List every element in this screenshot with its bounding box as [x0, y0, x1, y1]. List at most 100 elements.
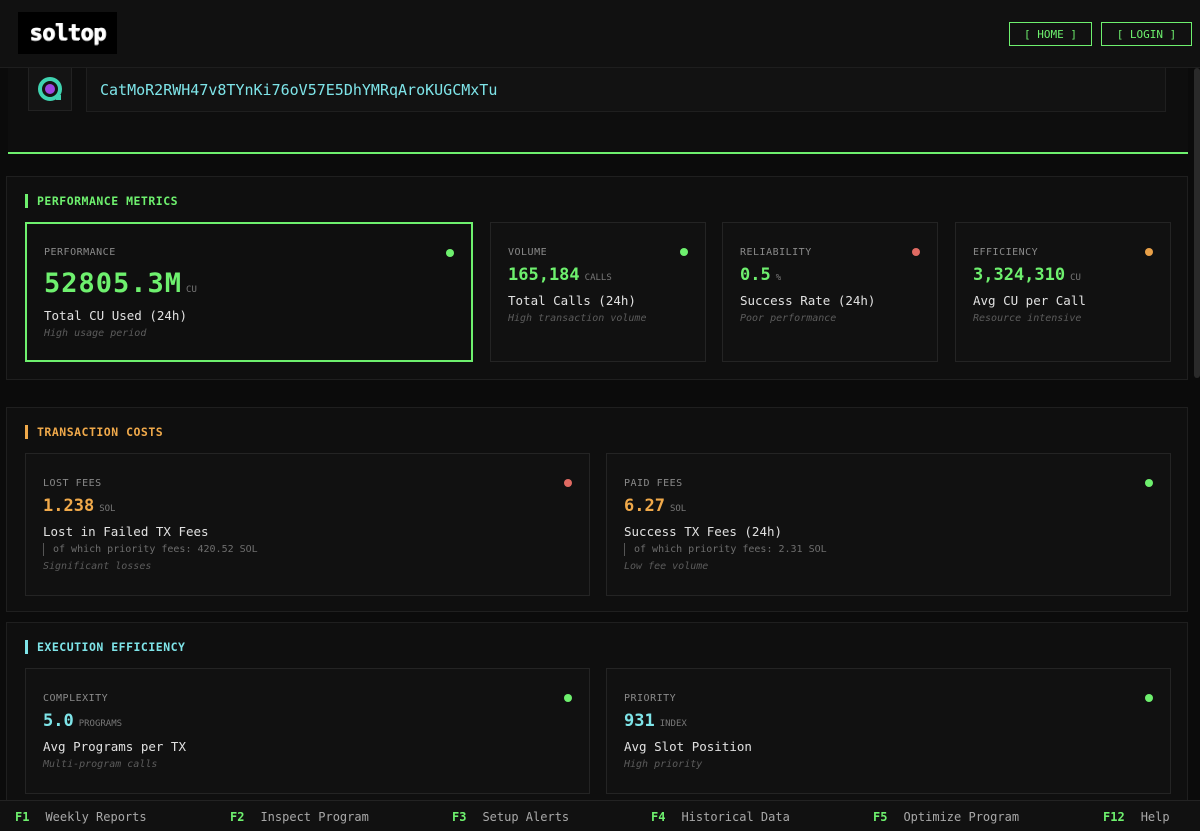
volume-card[interactable]: VOLUME 165,184 CALLS Total Calls (24h) H… — [490, 222, 706, 362]
card-description: Total CU Used (24h) — [44, 308, 187, 323]
card-value: 165,184 — [508, 265, 580, 285]
login-button[interactable]: [ LOGIN ] — [1101, 22, 1192, 46]
priority-card[interactable]: PRIORITY 931 INDEX Avg Slot Position Hig… — [606, 668, 1171, 794]
program-logo-icon — [38, 77, 62, 101]
fkey-key: F3 — [452, 810, 467, 824]
card-description: Lost in Failed TX Fees — [43, 524, 209, 539]
value-line: 5.0 PROGRAMS — [43, 711, 122, 731]
card-unit: % — [775, 273, 782, 283]
card-label: VOLUME — [508, 247, 548, 258]
card-unit: SOL — [99, 504, 116, 514]
card-unit: INDEX — [659, 719, 687, 729]
value-line: 931 INDEX — [624, 711, 687, 731]
card-unit: CU — [1070, 273, 1081, 283]
card-label: PAID FEES — [624, 478, 683, 489]
card-value: 6.27 — [624, 496, 665, 516]
fkey-inspect-program[interactable]: F2 Inspect Program — [230, 810, 369, 824]
fkey-historical-data[interactable]: F4 Historical Data — [651, 810, 790, 824]
function-key-bar: F1 Weekly Reports F2 Inspect Program F3 … — [0, 800, 1200, 831]
card-unit: CU — [186, 285, 197, 295]
card-subtext: Multi-program calls — [43, 759, 158, 770]
priority-fee-note: of which priority fees: 420.52 SOL — [43, 543, 258, 556]
lost-fees-card[interactable]: LOST FEES 1.238 SOL Lost in Failed TX Fe… — [25, 453, 590, 596]
value-line: 6.27 SOL — [624, 496, 686, 516]
card-unit: CALLS — [584, 273, 612, 283]
fkey-help[interactable]: F12 Help — [1103, 810, 1170, 824]
card-subtext: High priority — [624, 759, 703, 770]
home-button[interactable]: [ HOME ] — [1009, 22, 1092, 46]
card-value: 0.5 — [740, 265, 771, 285]
card-subtext: Resource intensive — [973, 313, 1082, 324]
status-indicator-icon — [446, 249, 454, 257]
fkey-label: Help — [1140, 810, 1170, 824]
status-indicator-icon — [1145, 479, 1153, 487]
value-line: 165,184 CALLS — [508, 265, 612, 285]
card-unit: SOL — [669, 504, 687, 514]
card-value: 52805.3M — [44, 268, 183, 299]
paid-fees-card[interactable]: PAID FEES 6.27 SOL Success TX Fees (24h)… — [606, 453, 1171, 596]
fkey-label: Historical Data — [681, 810, 790, 824]
fkey-key: F5 — [873, 810, 888, 824]
card-label: PERFORMANCE — [44, 247, 116, 258]
fkey-weekly-reports[interactable]: F1 Weekly Reports — [15, 810, 147, 824]
card-subtext: High usage period — [44, 328, 147, 339]
logo-text: soltop — [29, 20, 106, 46]
card-subtext: High transaction volume — [508, 313, 647, 324]
fkey-label: Inspect Program — [260, 810, 369, 824]
section-title-execution: EXECUTION EFFICIENCY — [25, 640, 185, 654]
card-subtext: Poor performance — [740, 313, 837, 324]
fkey-key: F2 — [230, 810, 245, 824]
status-indicator-icon — [564, 694, 572, 702]
status-indicator-icon — [912, 248, 920, 256]
card-value: 3,324,310 — [973, 265, 1066, 285]
reliability-card[interactable]: RELIABILITY 0.5 % Success Rate (24h) Poo… — [722, 222, 938, 362]
fkey-key: F1 — [15, 810, 30, 824]
value-line: 0.5 % — [740, 265, 781, 285]
performance-card[interactable]: PERFORMANCE 52805.3M CU Total CU Used (2… — [25, 222, 473, 362]
status-indicator-icon — [564, 479, 572, 487]
status-indicator-icon — [1145, 694, 1153, 702]
card-subtext: Significant losses — [43, 561, 152, 572]
status-indicator-icon — [1145, 248, 1153, 256]
card-label: LOST FEES — [43, 478, 102, 489]
fkey-key: F12 — [1103, 810, 1125, 824]
priority-fee-note: of which priority fees: 2.31 SOL — [624, 543, 827, 556]
efficiency-card[interactable]: EFFICIENCY 3,324,310 CU Avg CU per Call … — [955, 222, 1171, 362]
complexity-card[interactable]: COMPLEXITY 5.0 PROGRAMS Avg Programs per… — [25, 668, 590, 794]
card-description: Avg Slot Position — [624, 739, 752, 754]
execution-efficiency-section: EXECUTION EFFICIENCY COMPLEXITY 5.0 PROG… — [6, 622, 1188, 800]
card-value: 931 — [624, 711, 655, 731]
fkey-key: F4 — [651, 810, 666, 824]
section-title-costs: TRANSACTION COSTS — [25, 425, 163, 439]
card-label: PRIORITY — [624, 693, 677, 704]
status-indicator-icon — [680, 248, 688, 256]
program-id-field[interactable]: CatMoR2RWH47v8TYnKi76oV57E5DhYMRqAroKUGC… — [86, 68, 1166, 112]
card-label: COMPLEXITY — [43, 693, 109, 704]
value-line: 52805.3M CU — [44, 268, 197, 299]
card-value: 1.238 — [43, 496, 95, 516]
fkey-label: Optimize Program — [903, 810, 1020, 824]
transaction-costs-section: TRANSACTION COSTS LOST FEES 1.238 SOL Lo… — [6, 407, 1188, 612]
fkey-label: Weekly Reports — [45, 810, 147, 824]
value-line: 1.238 SOL — [43, 496, 115, 516]
card-label: EFFICIENCY — [973, 247, 1039, 258]
page-scrollbar[interactable] — [1194, 68, 1200, 378]
card-description: Avg CU per Call — [973, 293, 1086, 308]
section-title-performance: PERFORMANCE METRICS — [25, 194, 178, 208]
fkey-label: Setup Alerts — [482, 810, 570, 824]
card-description: Success Rate (24h) — [740, 293, 876, 308]
fkey-setup-alerts[interactable]: F3 Setup Alerts — [452, 810, 569, 824]
performance-metrics-section: PERFORMANCE METRICS PERFORMANCE 52805.3M… — [6, 176, 1188, 380]
card-value: 5.0 — [43, 711, 74, 731]
fkey-optimize-program[interactable]: F5 Optimize Program — [873, 810, 1019, 824]
card-unit: PROGRAMS — [78, 719, 123, 729]
soltop-logo[interactable]: soltop — [18, 12, 117, 54]
card-description: Avg Programs per TX — [43, 739, 186, 754]
program-avatar — [28, 68, 72, 111]
card-description: Success TX Fees (24h) — [624, 524, 783, 539]
card-description: Total Calls (24h) — [508, 293, 636, 308]
top-header: soltop [ HOME ] [ LOGIN ] — [0, 0, 1200, 68]
value-line: 3,324,310 CU — [973, 265, 1081, 285]
program-header: CatMoR2RWH47v8TYnKi76oV57E5DhYMRqAroKUGC… — [8, 68, 1188, 154]
card-subtext: Low fee volume — [624, 561, 709, 572]
